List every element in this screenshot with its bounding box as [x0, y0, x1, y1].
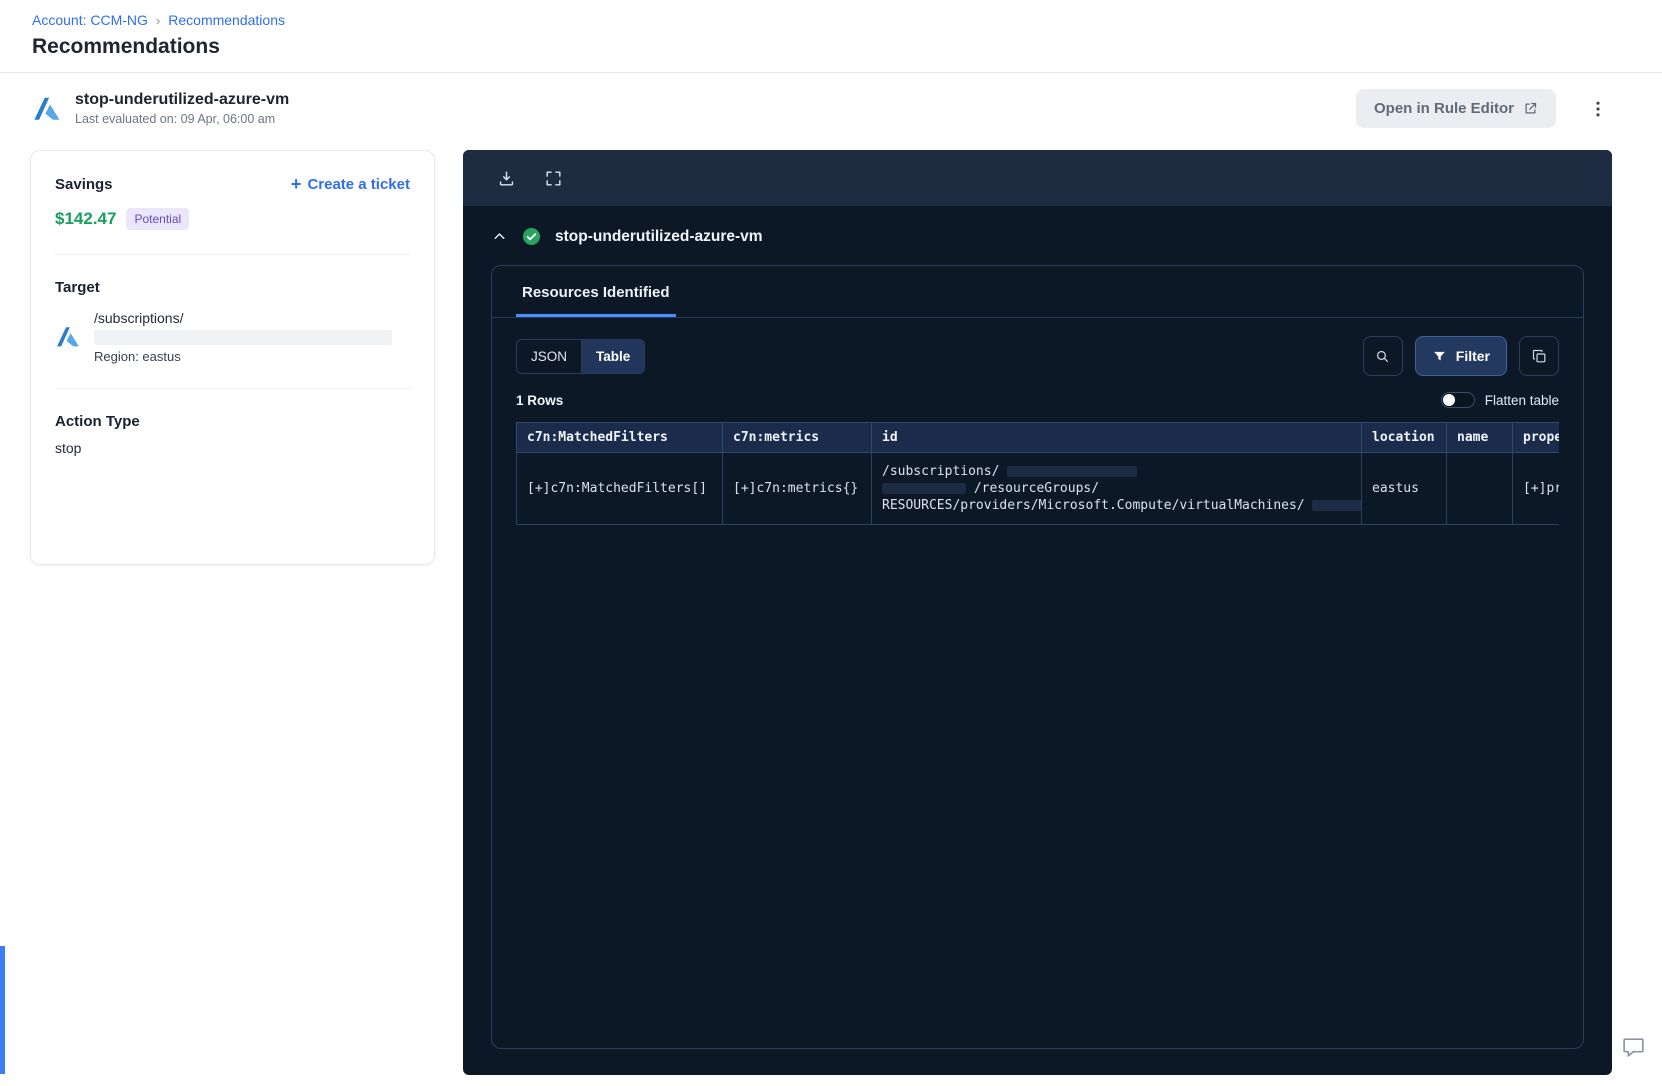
support-chat-icon[interactable] [1621, 1035, 1646, 1060]
fullscreen-button[interactable] [544, 169, 563, 188]
azure-icon [32, 94, 62, 124]
search-button[interactable] [1362, 336, 1403, 376]
copy-button[interactable] [1519, 336, 1559, 376]
flatten-toggle[interactable] [1440, 392, 1475, 408]
resources-card: Resources Identified JSON Table Filter 1… [491, 265, 1584, 1049]
savings-card: Savings + Create a ticket $142.47 Potent… [30, 150, 435, 565]
action-type-label: Action Type [55, 413, 140, 430]
panel-title-row: stop-underutilized-azure-vm [463, 206, 1612, 263]
filter-button[interactable]: Filter [1414, 336, 1507, 376]
rule-title: stop-underutilized-azure-vm [75, 91, 290, 108]
view-table-button[interactable]: Table [581, 339, 645, 373]
page-header: Account: CCM-NG › Recommendations Recomm… [0, 0, 1662, 59]
redacted-text [882, 483, 966, 494]
column-header: c7n:metrics [722, 422, 872, 453]
breadcrumb-current-link[interactable]: Recommendations [168, 12, 285, 28]
savings-amount: $142.47 [55, 209, 117, 228]
cell-id: /subscriptions/ /resourceGroups/ RESOURC… [871, 452, 1362, 525]
cell-matched-filters[interactable]: [+]c7n:MatchedFilters[] [516, 452, 723, 525]
rule-header: stop-underutilized-azure-vm Last evaluat… [0, 73, 1662, 142]
target-path: /subscriptions/ [94, 310, 184, 326]
redacted-text [1312, 500, 1361, 511]
filter-label: Filter [1455, 348, 1490, 364]
recommendation-detail-panel: stop-underutilized-azure-vm Resources Id… [463, 150, 1612, 1075]
left-edge-accent [0, 946, 5, 1074]
column-header: id [871, 422, 1362, 453]
column-header: name [1446, 422, 1513, 453]
column-header: c7n:MatchedFilters [516, 422, 723, 453]
breadcrumb: Account: CCM-NG › Recommendations [32, 12, 1630, 28]
funnel-icon [1432, 349, 1447, 364]
resources-table-wrap: c7n:MatchedFilters c7n:metrics id locati… [516, 422, 1559, 525]
redacted-text [1007, 466, 1138, 477]
rule-last-evaluated: Last evaluated on: 09 Apr, 06:00 am [75, 112, 276, 126]
collapse-chevron-button[interactable] [491, 228, 508, 245]
table-header-row: c7n:MatchedFilters c7n:metrics id locati… [516, 422, 1559, 453]
kebab-menu-button[interactable] [1584, 95, 1612, 123]
meta-row: 1 Rows Flatten table [492, 386, 1583, 422]
id-line1: /subscriptions/ [882, 464, 1000, 479]
success-check-icon [522, 227, 541, 246]
potential-badge: Potential [126, 208, 190, 230]
id-line2: /resourceGroups/ [973, 481, 1100, 496]
rule-titles: stop-underutilized-azure-vm Last evaluat… [75, 91, 289, 126]
open-in-rule-editor-button[interactable]: Open in Rule Editor [1355, 89, 1556, 128]
rows-count: 1 Rows [516, 392, 564, 408]
toggle-knob [1442, 394, 1455, 406]
panel-toolbar [463, 150, 1612, 206]
resources-table: c7n:MatchedFilters c7n:metrics id locati… [516, 422, 1559, 525]
target-label: Target [55, 279, 100, 296]
panel-rule-title: stop-underutilized-azure-vm [555, 227, 763, 245]
card-divider [55, 388, 410, 389]
azure-target-icon [55, 324, 81, 350]
table-row: [+]c7n:MatchedFilters[] [+]c7n:metrics{}… [516, 452, 1559, 525]
view-toggle: JSON Table [516, 338, 646, 374]
open-in-rule-editor-label: Open in Rule Editor [1373, 100, 1514, 117]
column-header: properties [1512, 422, 1559, 453]
flatten-table-label: Flatten table [1484, 392, 1559, 408]
breadcrumb-account-link[interactable]: Account: CCM-NG [32, 12, 148, 28]
cell-metrics[interactable]: [+]c7n:metrics{} [722, 452, 872, 525]
tab-resources-identified[interactable]: Resources Identified [516, 266, 676, 317]
view-json-button[interactable]: JSON [517, 340, 581, 373]
cell-location: eastus [1361, 452, 1447, 525]
content-area: Savings + Create a ticket $142.47 Potent… [0, 142, 1662, 1075]
controls-row: JSON Table Filter [492, 318, 1583, 386]
id-line3: RESOURCES/providers/Microsoft.Compute/vi… [882, 498, 1305, 513]
redacted-subscription-id [94, 330, 392, 345]
download-button[interactable] [497, 169, 516, 188]
tabbar: Resources Identified [492, 266, 1583, 318]
plus-icon: + [290, 174, 302, 194]
card-divider [55, 254, 410, 255]
breadcrumb-separator-icon: › [155, 12, 161, 28]
create-ticket-label: Create a ticket [307, 175, 410, 193]
create-ticket-link[interactable]: + Create a ticket [291, 175, 410, 193]
cell-name [1446, 452, 1513, 525]
page-title: Recommendations [32, 35, 220, 58]
cell-properties[interactable]: [+]properties{} [1512, 452, 1559, 525]
savings-label: Savings [55, 175, 113, 193]
target-region: Region: eastus [94, 349, 181, 364]
external-link-icon [1523, 101, 1538, 116]
target-details: /subscriptions/ Region: eastus [94, 310, 392, 364]
action-type-value: stop [55, 440, 82, 456]
column-header: location [1361, 422, 1447, 453]
